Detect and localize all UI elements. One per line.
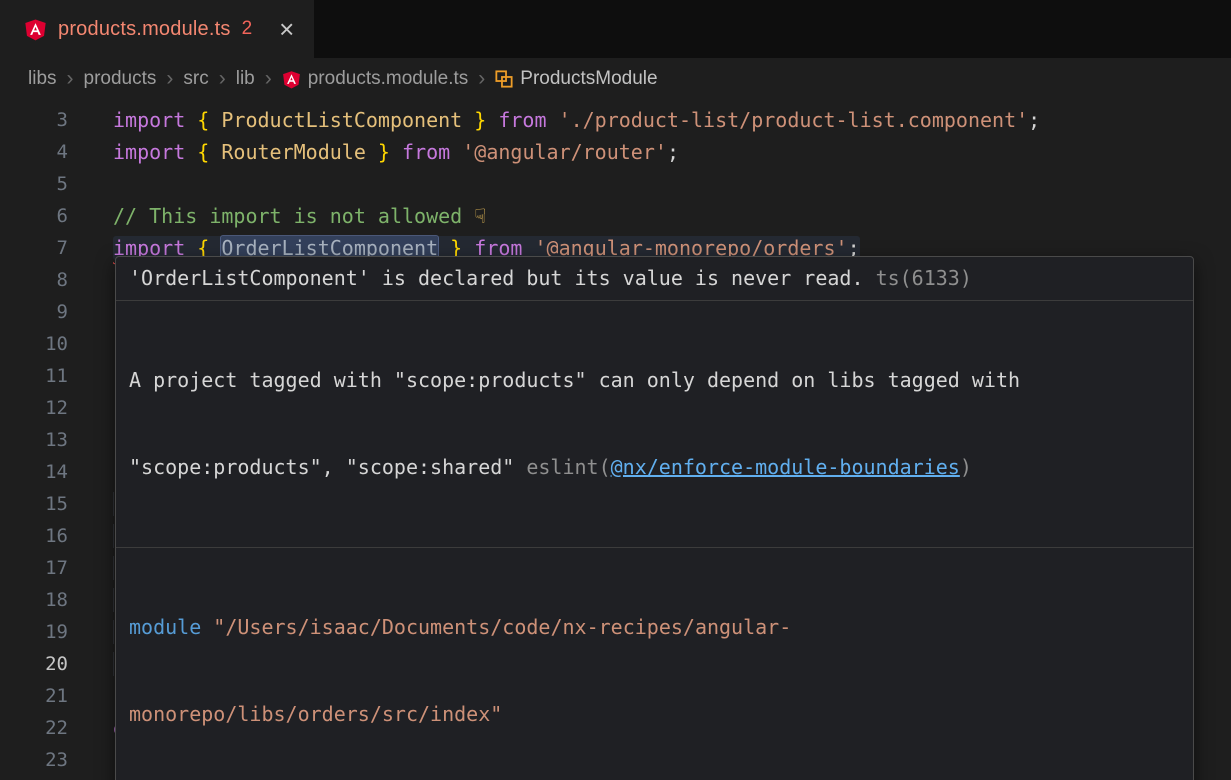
breadcrumb-label: src (183, 68, 208, 90)
hover-eslint-line2: "scope:products", "scope:shared" eslint(… (129, 453, 1180, 482)
hover-ts-code: ts(6133) (876, 266, 972, 290)
breadcrumb-label: libs (28, 68, 57, 90)
editor: 3import { ProductListComponent } from '.… (0, 100, 1231, 780)
chevron-right-icon: › (219, 67, 226, 91)
code-line: 6// This import is not allowed ☟ (0, 200, 1231, 232)
code-token: { (197, 108, 221, 132)
line-number[interactable]: 6 (0, 200, 68, 232)
code-content: // This import is not allowed ☟ (68, 200, 1231, 232)
line-number[interactable]: 13 (0, 424, 68, 456)
tab-products-module-ts[interactable]: products.module.ts 2 × (0, 0, 314, 58)
module-path: "/Users/isaac/Documents/code/nx-recipes/… (213, 615, 791, 639)
module-keyword: module (129, 615, 201, 639)
code-content: import { ProductListComponent } from './… (68, 104, 1231, 136)
line-number[interactable]: 16 (0, 520, 68, 552)
close-icon[interactable]: × (279, 16, 294, 42)
breadcrumb: libs › products › src › lib › products.module.ts… (0, 58, 1231, 100)
code-line: 3import { ProductListComponent } from '.… (0, 104, 1231, 136)
hover-eslint-scopes: "scope:products", "scope:shared" (129, 455, 514, 479)
hover-popup: 'OrderListComponent' is declared but its… (115, 256, 1194, 780)
module-path-continued: monorepo/libs/orders/src/index" (129, 702, 502, 726)
breadcrumb-item-lib[interactable]: lib (236, 68, 255, 90)
code-token: } (462, 108, 486, 132)
line-number[interactable]: 15 (0, 488, 68, 520)
hover-ts-diagnostic: 'OrderListComponent' is declared but its… (116, 257, 1193, 300)
tab-bar: products.module.ts 2 × (0, 0, 1231, 58)
hover-module-line2: monorepo/libs/orders/src/index" (129, 700, 1180, 729)
code-token: { (197, 140, 221, 164)
chevron-right-icon: › (166, 67, 173, 91)
code-token: from (486, 108, 558, 132)
eslint-rule-link[interactable]: @nx/enforce-module-boundaries (611, 455, 960, 479)
breadcrumb-item-libs[interactable]: libs (28, 68, 57, 90)
breadcrumb-item-products-module-ts[interactable]: products.module.ts (282, 68, 469, 90)
line-number[interactable]: 19 (0, 616, 68, 648)
breadcrumb-label: ProductsModule (520, 68, 657, 90)
chevron-right-icon: › (67, 67, 74, 91)
line-number[interactable]: 23 (0, 744, 68, 776)
breadcrumb-label: products.module.ts (308, 68, 469, 90)
line-number[interactable]: 3 (0, 104, 68, 136)
line-number[interactable]: 17 (0, 552, 68, 584)
breadcrumb-item-productsmodule[interactable]: ProductsModule (495, 68, 657, 90)
tab-label: products.module.ts (58, 18, 231, 41)
hover-eslint-line1: A project tagged with "scope:products" c… (129, 366, 1180, 395)
code-content: import { RouterModule } from '@angular/r… (68, 136, 1231, 168)
chevron-right-icon: › (265, 67, 272, 91)
code-token: import (113, 140, 197, 164)
code-token: // This import is not allowed (113, 204, 474, 228)
code-token: RouterModule (221, 140, 366, 164)
breadcrumb-item-src[interactable]: src (183, 68, 208, 90)
line-number[interactable]: 12 (0, 392, 68, 424)
code-token: from (390, 140, 462, 164)
line-number[interactable]: 20 (0, 648, 68, 680)
vscode-window: products.module.ts 2 × libs › products › src… (0, 0, 1231, 780)
code-line: 5 (0, 168, 1231, 200)
line-number[interactable]: 5 (0, 168, 68, 200)
code-content (68, 168, 1231, 200)
pointing-down-icon: ☟ (474, 204, 486, 228)
line-number[interactable]: 22 (0, 712, 68, 744)
chevron-right-icon: › (478, 67, 485, 91)
code-line: 4import { RouterModule } from '@angular/… (0, 136, 1231, 168)
hover-eslint-source: eslint( (514, 455, 610, 479)
breadcrumb-label: products (84, 68, 157, 90)
code-token: './product-list/product-list.component' (559, 108, 1029, 132)
hover-eslint-diagnostic: A project tagged with "scope:products" c… (116, 301, 1193, 547)
code-token: } (366, 140, 390, 164)
line-number[interactable]: 11 (0, 360, 68, 392)
code-token: import (113, 108, 197, 132)
line-number[interactable]: 21 (0, 680, 68, 712)
line-number[interactable]: 8 (0, 264, 68, 296)
hover-eslint-source-close: ) (960, 455, 972, 479)
code-token: '@angular/router' (462, 140, 667, 164)
line-number[interactable]: 9 (0, 296, 68, 328)
angular-icon (24, 18, 47, 41)
line-number[interactable]: 4 (0, 136, 68, 168)
hover-module-line1: module "/Users/isaac/Documents/code/nx-r… (129, 613, 1180, 642)
breadcrumb-label: lib (236, 68, 255, 90)
code-token: ; (667, 140, 679, 164)
tab-bar-empty-space (314, 0, 1231, 58)
line-number[interactable]: 7 (0, 232, 68, 264)
line-number[interactable]: 14 (0, 456, 68, 488)
breadcrumb-item-products[interactable]: products (84, 68, 157, 90)
hover-module-info: module "/Users/isaac/Documents/code/nx-r… (116, 548, 1193, 780)
tab-problem-count: 2 (242, 18, 253, 40)
class-symbol-icon (495, 70, 513, 88)
angular-icon (282, 70, 301, 89)
line-number[interactable]: 10 (0, 328, 68, 360)
code-token: ProductListComponent (221, 108, 462, 132)
hover-ts-message: 'OrderListComponent' is declared but its… (129, 266, 864, 290)
code-token: ; (1028, 108, 1040, 132)
line-number[interactable]: 18 (0, 584, 68, 616)
